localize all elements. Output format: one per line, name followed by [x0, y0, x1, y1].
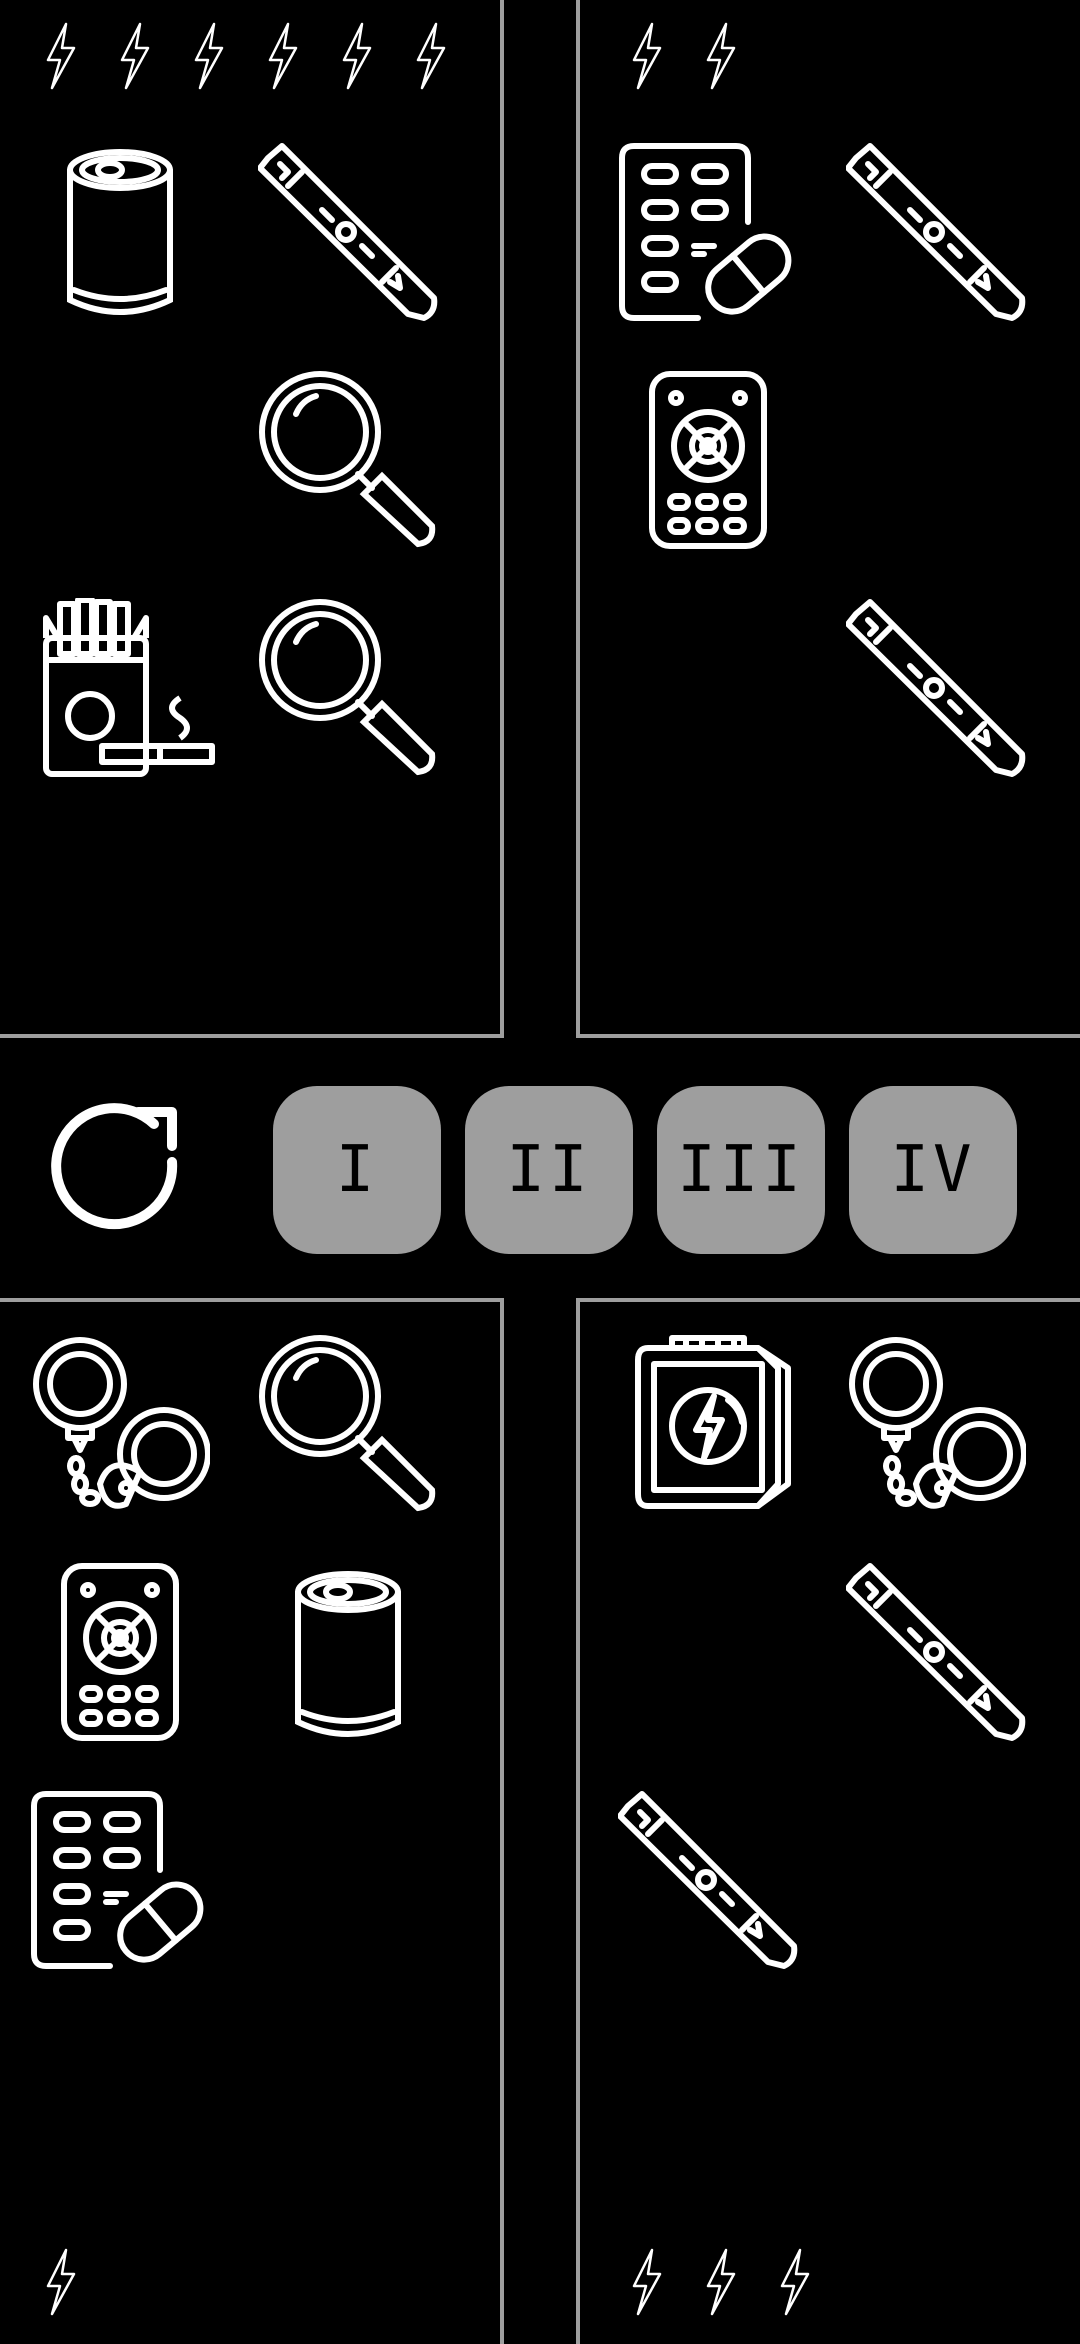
- player-button-2[interactable]: II: [465, 1086, 633, 1254]
- charge-bolt-icon: [626, 2248, 666, 2316]
- inventory-panel-4: [576, 1298, 1080, 2344]
- injector-pen-icon[interactable]: [846, 142, 1026, 322]
- reset-button[interactable]: [50, 1100, 190, 1240]
- magnifier-icon[interactable]: [258, 1334, 438, 1514]
- handcuffs-icon[interactable]: [846, 1334, 1026, 1514]
- refresh-icon: [50, 1225, 190, 1244]
- charge-bolt-icon: [700, 2248, 740, 2316]
- injector-pen-icon[interactable]: [258, 142, 438, 322]
- handcuffs-icon[interactable]: [30, 1334, 210, 1514]
- battery-pack-icon[interactable]: [628, 1334, 808, 1514]
- charge-bolt-icon: [774, 2248, 814, 2316]
- pill-pack-icon[interactable]: [618, 142, 798, 322]
- soda-can-icon[interactable]: [30, 140, 210, 320]
- charge-bolt-icon: [410, 22, 450, 90]
- magnifier-icon[interactable]: [258, 370, 438, 550]
- injector-pen-icon[interactable]: [846, 598, 1026, 778]
- charge-bolt-icon: [262, 22, 302, 90]
- charge-bolt-icon: [188, 22, 228, 90]
- cigarettes-icon[interactable]: [40, 598, 220, 778]
- inventory-panel-2: [576, 0, 1080, 1038]
- player-button-1[interactable]: I: [273, 1086, 441, 1254]
- charge-bolt-icon: [700, 22, 740, 90]
- magnifier-icon[interactable]: [258, 598, 438, 778]
- remote-icon[interactable]: [618, 370, 798, 550]
- charge-bolt-icon: [336, 22, 376, 90]
- injector-pen-icon[interactable]: [846, 1562, 1026, 1742]
- player-button-4[interactable]: IV: [849, 1086, 1017, 1254]
- remote-icon[interactable]: [30, 1562, 210, 1742]
- pill-pack-icon[interactable]: [30, 1790, 210, 1970]
- charge-bolt-icon: [114, 22, 154, 90]
- soda-can-icon[interactable]: [258, 1562, 438, 1742]
- injector-pen-icon[interactable]: [618, 1790, 798, 1970]
- inventory-panel-3: [0, 1298, 504, 2344]
- charge-bolt-icon: [40, 2248, 80, 2316]
- charge-bolt-icon: [626, 22, 666, 90]
- player-button-3[interactable]: III: [657, 1086, 825, 1254]
- inventory-panel-1: [0, 0, 504, 1038]
- charge-bolt-icon: [40, 22, 80, 90]
